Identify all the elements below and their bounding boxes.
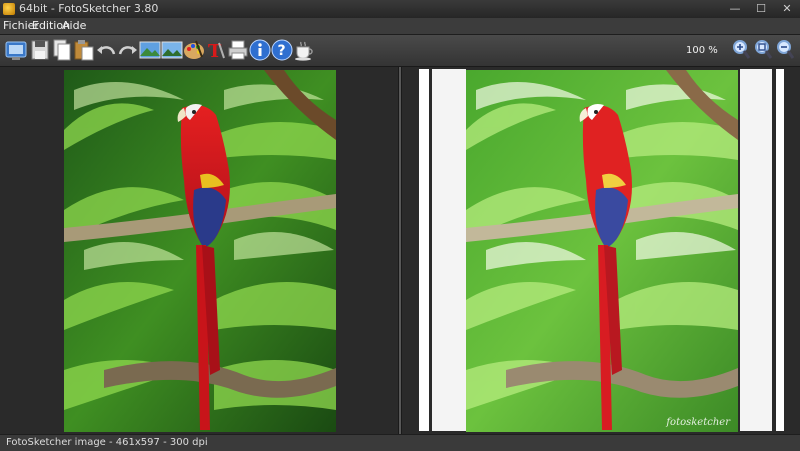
toolbar: T ? 100 % — [0, 35, 800, 67]
original-image-button[interactable] — [138, 38, 162, 62]
maximize-button[interactable]: ☐ — [748, 0, 774, 18]
status-bar: FotoSketcher image - 461x597 - 300 dpi — [0, 434, 800, 451]
zoom-out-icon — [777, 40, 795, 59]
paste-icon — [74, 40, 94, 61]
result-image-button[interactable] — [160, 38, 184, 62]
open-image-button[interactable] — [4, 38, 28, 62]
undo-icon — [97, 46, 116, 55]
canvas-margin-left — [432, 69, 466, 431]
original-parrot-photo — [64, 70, 336, 432]
help-button[interactable]: ? — [270, 38, 294, 62]
zoom-fit-button[interactable] — [752, 38, 776, 62]
app-icon — [3, 3, 15, 15]
palette-icon — [184, 40, 204, 59]
landscape-picture-icon — [139, 41, 161, 59]
copy-icon — [53, 39, 71, 61]
zoom-out-button[interactable] — [774, 38, 798, 62]
title-bar: 64bit - FotoSketcher 3.80 — ☐ ✕ — [0, 0, 800, 18]
open-image-icon — [5, 41, 27, 60]
info-icon — [249, 39, 271, 61]
print-button[interactable] — [226, 38, 250, 62]
zoom-in-icon — [733, 40, 751, 59]
copy-button[interactable] — [50, 38, 74, 62]
help-icon: ? — [271, 39, 293, 61]
window-title: 64bit - FotoSketcher 3.80 — [19, 2, 159, 15]
canvas-border-left — [419, 69, 429, 431]
zoom-in-button[interactable] — [730, 38, 754, 62]
paste-button[interactable] — [72, 38, 96, 62]
zoom-level: 100 % — [686, 45, 718, 56]
undo-button[interactable] — [94, 38, 118, 62]
original-image-pane[interactable] — [0, 67, 398, 434]
canvas-border-right — [776, 69, 784, 431]
menu-aide[interactable]: Aide — [62, 19, 86, 32]
sketched-parrot-image: fotosketcher — [466, 70, 738, 432]
signature-watermark: fotosketcher — [666, 417, 730, 428]
close-button[interactable]: ✕ — [774, 0, 800, 18]
paint-palette-button[interactable] — [182, 38, 206, 62]
status-text: FotoSketcher image - 461x597 - 300 dpi — [6, 437, 208, 448]
info-button[interactable] — [248, 38, 272, 62]
landscape-picture-icon — [161, 41, 183, 59]
save-button[interactable] — [28, 38, 52, 62]
donate-coffee-button[interactable] — [292, 38, 316, 62]
svg-text:?: ? — [278, 43, 286, 59]
save-icon — [31, 40, 49, 60]
menu-bar: Fichier Edition Aide — [0, 18, 800, 35]
zoom-fit-icon — [755, 40, 773, 59]
redo-button[interactable] — [116, 38, 140, 62]
text-button[interactable]: T — [204, 38, 228, 62]
coffee-cup-icon — [295, 41, 313, 61]
canvas-margin-right — [740, 69, 772, 431]
printer-icon — [228, 40, 248, 60]
minimize-button[interactable]: — — [722, 0, 748, 18]
text-icon: T — [208, 41, 225, 62]
result-image-pane[interactable]: fotosketcher — [402, 67, 800, 434]
redo-icon — [118, 46, 137, 55]
